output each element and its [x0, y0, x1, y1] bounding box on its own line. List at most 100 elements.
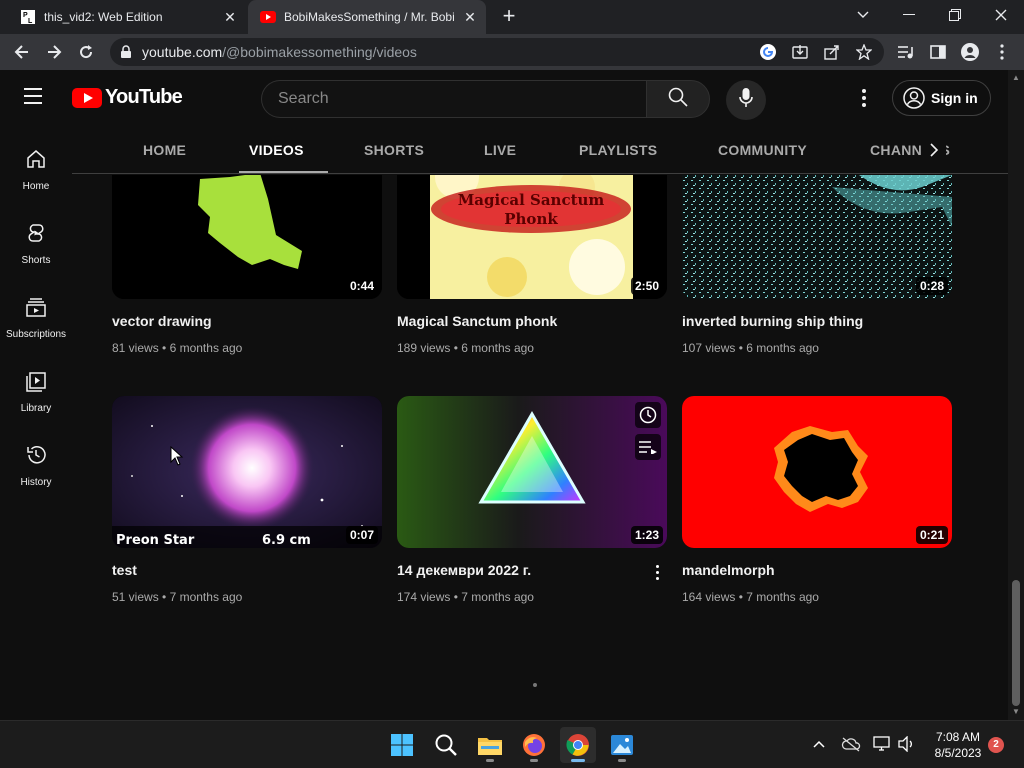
running-indicator [486, 759, 494, 762]
volume-icon[interactable] [896, 733, 918, 755]
browser-tab-title: BobiMakesSomething / Mr. Bobi [284, 10, 455, 24]
page-scrollbar[interactable]: ▲ ▼ [1008, 70, 1024, 720]
tab-videos[interactable]: VIDEOS [239, 126, 328, 173]
video-title[interactable]: vector drawing [112, 313, 382, 329]
video-views: 164 views [682, 590, 736, 604]
video-views: 174 views [397, 590, 451, 604]
video-card[interactable]: 0:28 inverted burning ship thing 107 vie… [682, 175, 952, 355]
meta-separator: • [738, 341, 743, 355]
notification-badge[interactable]: 2 [988, 737, 1004, 753]
watch-later-icon[interactable] [635, 402, 661, 428]
video-action-menu-icon[interactable] [649, 562, 665, 582]
tab-home[interactable]: HOME [143, 126, 186, 173]
chevron-right-icon[interactable] [922, 138, 946, 162]
side-panel-icon[interactable] [926, 40, 950, 64]
video-grid: 0:44 vector drawing 81 views • 6 months … [72, 175, 1008, 720]
sidebar-label: Library [20, 403, 52, 414]
video-title[interactable]: inverted burning ship thing [682, 313, 952, 329]
microphone-icon [739, 87, 753, 113]
video-card[interactable]: 0:21 mandelmorph 164 views • 7 months ag… [682, 396, 952, 604]
hamburger-menu-icon[interactable] [24, 88, 46, 106]
pl-favicon-icon: PL [20, 9, 36, 25]
video-title[interactable]: mandelmorph [682, 562, 952, 578]
video-thumbnail[interactable]: 0:21 [682, 396, 952, 548]
screen: PL this_vid2: Web Edition ✕ BobiMakesSom… [0, 0, 1024, 768]
voice-search-button[interactable] [726, 80, 766, 120]
forward-button[interactable] [42, 40, 66, 64]
sidebar-item-library[interactable]: Library [0, 348, 72, 422]
scroll-up-arrow-icon[interactable]: ▲ [1012, 74, 1020, 82]
show-hidden-icons-chevron-icon[interactable] [808, 733, 830, 755]
video-thumbnail[interactable]: 0:28 [682, 175, 952, 299]
lock-icon [120, 45, 132, 64]
video-duration: 2:50 [630, 277, 663, 295]
close-tab-icon[interactable]: ✕ [462, 9, 478, 25]
profile-icon[interactable] [958, 40, 982, 64]
sidebar-item-home[interactable]: Home [0, 126, 72, 200]
video-views: 51 views [112, 590, 159, 604]
sidebar-label: History [20, 477, 52, 488]
minimize-button[interactable] [886, 0, 932, 30]
tab-shorts[interactable]: SHORTS [364, 126, 424, 173]
chrome-icon[interactable] [560, 727, 596, 763]
close-tab-icon[interactable]: ✕ [222, 9, 238, 25]
video-card[interactable]: 0:44 vector drawing 81 views • 6 months … [112, 175, 382, 355]
youtube-header: YouTube Sign in [0, 70, 1008, 126]
video-thumbnail[interactable]: Preon Star 6.9 cm 0:07 [112, 396, 382, 548]
browser-menu-icon[interactable] [990, 40, 1014, 64]
back-button[interactable] [10, 40, 34, 64]
video-age: 6 months ago [461, 341, 534, 355]
system-clock[interactable]: 7:08 AM 8/5/2023 [928, 729, 988, 761]
video-thumbnail[interactable]: 1:23 [397, 396, 667, 548]
windows-start-icon[interactable] [384, 727, 420, 763]
media-control-icon[interactable] [894, 40, 918, 64]
browser-tab-inactive[interactable]: PL this_vid2: Web Edition ✕ [8, 0, 246, 34]
video-card[interactable]: Preon Star 6.9 cm 0:07 test 51 views • 7… [112, 396, 382, 604]
video-card[interactable]: Magical Sanctum Phonk 2:50 Magical Sanct… [397, 175, 667, 355]
tab-live[interactable]: LIVE [484, 126, 516, 173]
search-icon[interactable] [428, 727, 464, 763]
video-card[interactable]: 1:23 14 декември 2022 г. 174 views • 7 m… [397, 396, 667, 604]
video-title[interactable]: test [112, 562, 382, 578]
search-button[interactable] [646, 80, 710, 118]
sidebar-item-history[interactable]: History [0, 422, 72, 496]
sign-in-button[interactable]: Sign in [892, 80, 991, 116]
new-tab-button[interactable]: + [498, 5, 520, 28]
meta-separator: • [162, 341, 167, 355]
network-icon[interactable] [872, 733, 894, 755]
scroll-down-arrow-icon[interactable]: ▼ [1012, 708, 1020, 716]
video-meta: 189 views • 6 months ago [397, 341, 667, 355]
sidebar-item-subscriptions[interactable]: Subscriptions [0, 274, 72, 348]
bookmark-star-icon[interactable] [852, 40, 876, 64]
video-thumbnail[interactable]: 0:44 [112, 175, 382, 299]
restore-button[interactable] [932, 0, 978, 30]
photos-icon[interactable] [604, 727, 640, 763]
clock-date: 8/5/2023 [934, 746, 982, 760]
video-title[interactable]: Magical Sanctum phonk [397, 313, 667, 329]
video-thumbnail[interactable]: Magical Sanctum Phonk 2:50 [397, 175, 667, 299]
google-lens-icon[interactable] [756, 40, 780, 64]
youtube-logo[interactable]: YouTube [72, 86, 183, 109]
file-explorer-icon[interactable] [472, 727, 508, 763]
video-title[interactable]: 14 декември 2022 г. [397, 562, 667, 578]
tab-playlists[interactable]: PLAYLISTS [579, 126, 657, 173]
settings-more-icon[interactable] [852, 86, 876, 110]
tab-community[interactable]: COMMUNITY [718, 126, 807, 173]
address-bar[interactable]: youtube.com/@bobimakessomething/videos [110, 38, 884, 66]
add-to-queue-icon[interactable] [635, 434, 661, 460]
tab-search-chevron-icon[interactable] [840, 0, 886, 30]
reload-button[interactable] [74, 40, 98, 64]
install-app-icon[interactable] [788, 40, 812, 64]
close-window-button[interactable] [978, 0, 1024, 30]
url-path: /@bobimakessomething/videos [222, 44, 417, 60]
share-icon[interactable] [820, 40, 844, 64]
browser-toolbar: youtube.com/@bobimakessomething/videos [0, 34, 1024, 70]
sidebar-item-shorts[interactable]: Shorts [0, 200, 72, 274]
browser-tab-active[interactable]: BobiMakesSomething / Mr. Bobi ✕ [248, 0, 486, 34]
search-icon [668, 87, 688, 112]
scrollbar-thumb[interactable] [1012, 580, 1020, 706]
search-input[interactable] [278, 89, 628, 109]
video-duration: 1:23 [630, 526, 663, 544]
onedrive-offline-icon[interactable] [840, 733, 862, 755]
firefox-icon[interactable] [516, 727, 552, 763]
